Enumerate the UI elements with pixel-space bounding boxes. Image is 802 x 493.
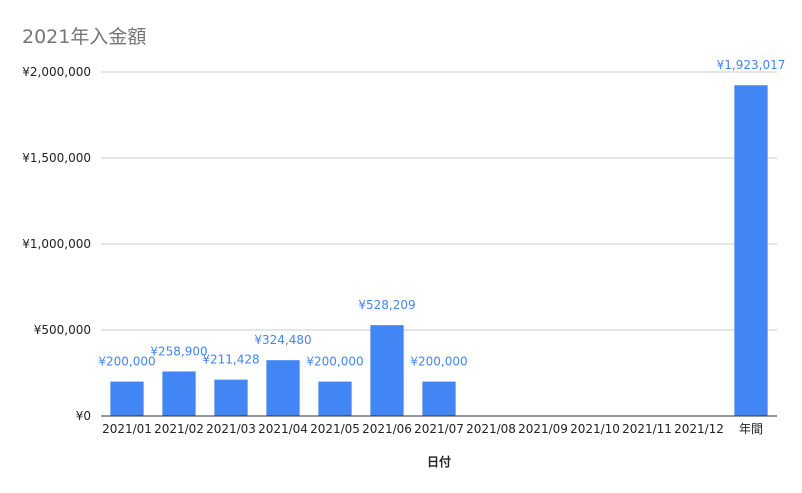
data-label: ¥258,900: [150, 344, 207, 358]
x-tick-label: 2021/05: [310, 422, 360, 436]
data-labels: ¥200,000¥258,900¥211,428¥324,480¥200,000…: [98, 58, 785, 368]
bar: [318, 381, 352, 416]
x-tick-label: 2021/11: [622, 422, 672, 436]
y-tick-label: ¥2,000,000: [22, 65, 91, 79]
data-label: ¥528,209: [358, 298, 415, 312]
data-label: ¥211,428: [202, 353, 259, 367]
y-tick-label: ¥500,000: [34, 323, 91, 337]
gridlines: [101, 71, 777, 331]
x-tick-label: 2021/06: [362, 422, 412, 436]
bar: [370, 325, 404, 416]
data-label: ¥324,480: [254, 333, 311, 347]
x-axis-title: 日付: [427, 454, 451, 469]
data-label: ¥200,000: [410, 355, 467, 369]
bar: [214, 379, 248, 416]
data-label: ¥200,000: [98, 355, 155, 369]
x-tick-label: 2021/07: [414, 422, 464, 436]
x-tick-label: 2021/04: [258, 422, 308, 436]
y-tick-label: ¥1,000,000: [22, 237, 91, 251]
x-tick-label: 2021/08: [466, 422, 516, 436]
y-tick-label: ¥1,500,000: [22, 151, 91, 165]
x-tick-label: 2021/12: [674, 422, 724, 436]
data-label: ¥1,923,017: [717, 58, 786, 72]
data-label: ¥200,000: [306, 355, 363, 369]
y-tick-label: ¥0: [76, 409, 91, 423]
bar: [110, 381, 144, 416]
bar: [734, 85, 768, 416]
x-axis-tick-labels: 2021/01 2021/02 2021/03 2021/04 2021/05 2021/…: [102, 422, 763, 436]
x-tick-label: 2021/03: [206, 422, 256, 436]
x-tick-label: 2021/10: [570, 422, 620, 436]
x-tick-label: 2021/09: [518, 422, 568, 436]
bar-chart: ¥0 ¥500,000 ¥1,000,000 ¥1,500,000 ¥2,000,000…: [22, 58, 785, 469]
bar: [162, 371, 196, 416]
x-tick-label: 2021/01: [102, 422, 152, 436]
y-axis-tick-labels: ¥0 ¥500,000 ¥1,000,000 ¥1,500,000 ¥2,000,000: [22, 65, 91, 423]
bar: [266, 360, 300, 416]
x-tick-label: 年間: [739, 422, 763, 436]
bar: [422, 381, 456, 416]
x-tick-label: 2021/02: [154, 422, 204, 436]
